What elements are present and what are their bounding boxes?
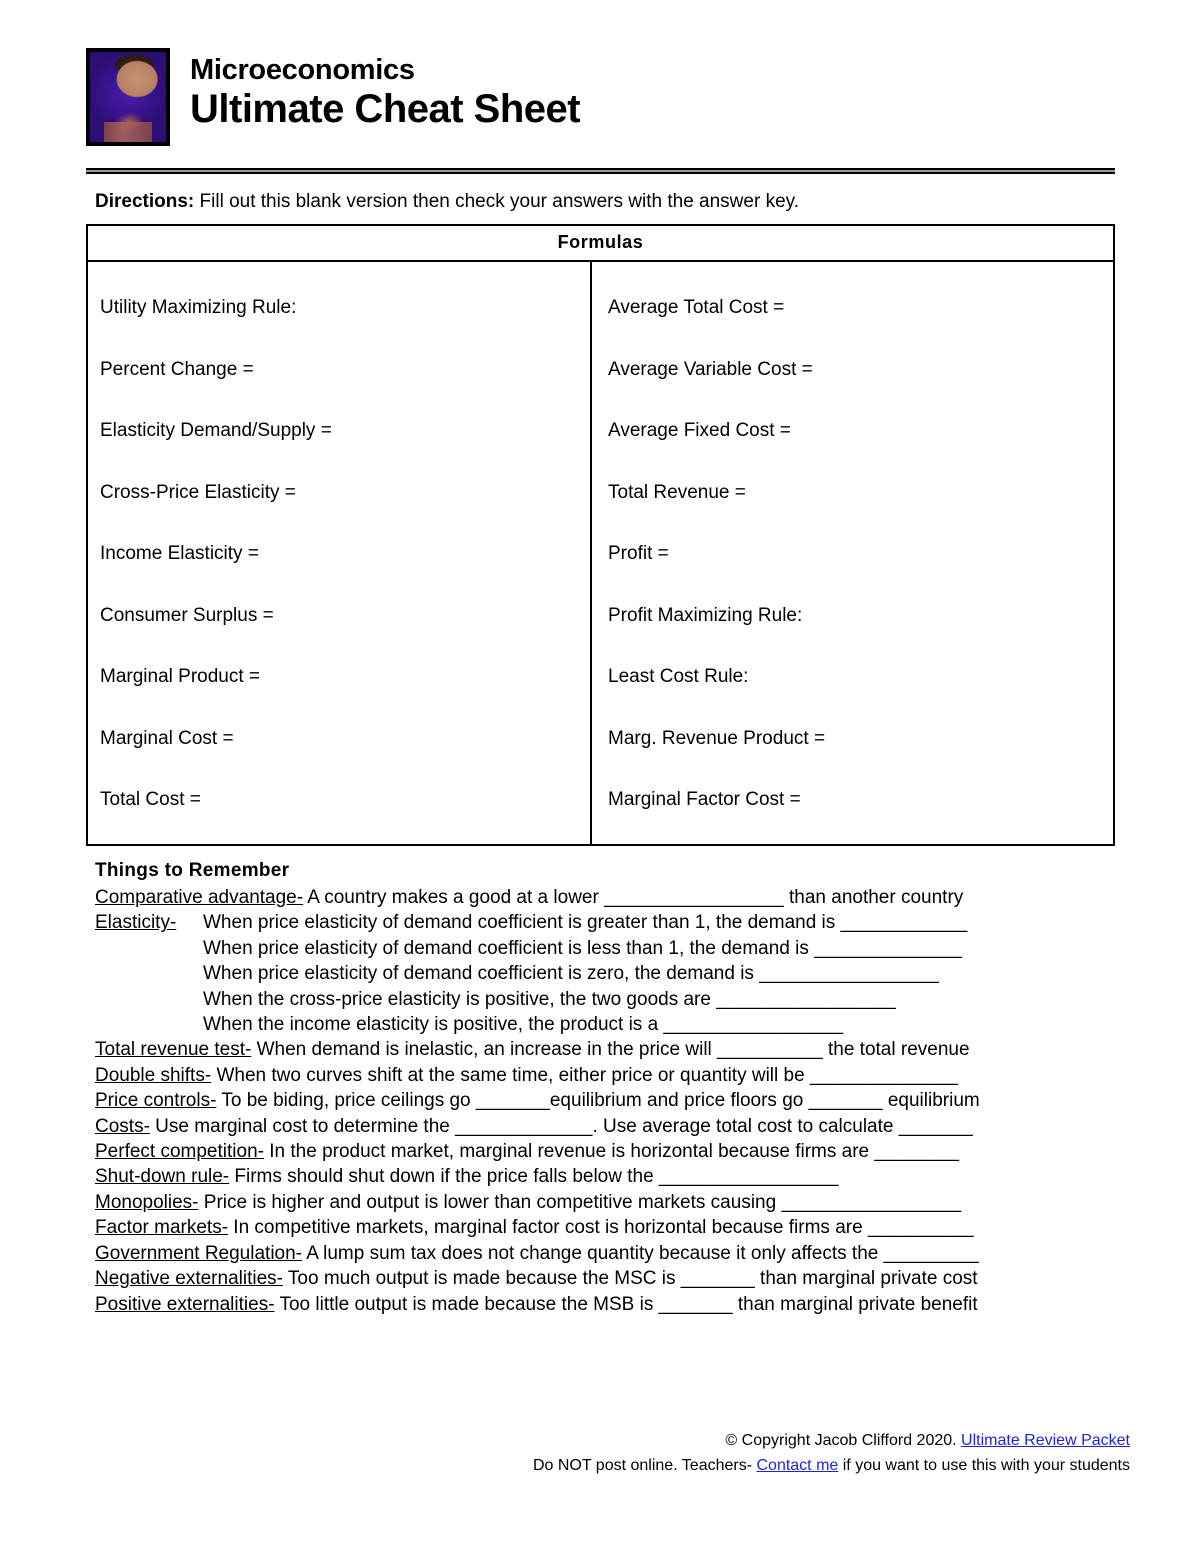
- page-subtitle: Microeconomics: [190, 54, 415, 86]
- ttr-term: Monopolies-: [95, 1191, 199, 1213]
- formula-item: Marg. Revenue Product =: [608, 727, 826, 749]
- ttr-text: Price is higher and output is lower than…: [198, 1191, 962, 1213]
- ttr-item-shut-down-rule: Shut-down rule- Firms should shut down i…: [95, 1164, 1120, 1189]
- ttr-text: A country makes a good at a lower ______…: [303, 887, 964, 908]
- ttr-item-factor-markets: Factor markets- In competitive markets, …: [95, 1215, 1120, 1240]
- formulas-table: Formulas Utility Maximizing Rule: Percen…: [86, 224, 1115, 846]
- ttr-term: Comparative advantage-: [95, 887, 304, 908]
- avatar: [86, 48, 170, 146]
- ttr-term-wrap: Elasticity-: [95, 910, 203, 935]
- formula-item: Average Fixed Cost =: [608, 420, 791, 441]
- ttr-item-government-regulation: Government Regulation- A lump sum tax do…: [95, 1241, 1120, 1266]
- formula-item: Total Revenue =: [608, 481, 746, 503]
- ttr-item-comparative-advantage: Comparative advantage- A country makes a…: [95, 885, 1120, 910]
- ttr-term: Positive externalities-: [95, 1293, 275, 1315]
- formula-item: Percent Change =: [100, 358, 254, 380]
- document-header: Microeconomics Ultimate Cheat Sheet: [86, 48, 581, 146]
- formula-item: Utility Maximizing Rule:: [100, 297, 297, 318]
- formulas-table-header: Formulas: [88, 226, 1113, 262]
- ttr-term: Total revenue test-: [95, 1039, 252, 1061]
- page-title: Ultimate Cheat Sheet: [190, 87, 581, 131]
- ttr-term: Double shifts-: [95, 1064, 212, 1086]
- ttr-text: When demand is inelastic, an increase in…: [251, 1039, 970, 1061]
- document-footer: © Copyright Jacob Clifford 2020. Ultimat…: [0, 1428, 1130, 1478]
- ttr-text: A lump sum tax does not change quantity …: [302, 1242, 979, 1264]
- ttr-text: In the product market, marginal revenue …: [263, 1141, 959, 1163]
- ttr-item-perfect-competition: Perfect competition- In the product mark…: [95, 1139, 1120, 1164]
- ttr-term: Costs-: [95, 1115, 150, 1137]
- header-divider: [86, 168, 1115, 174]
- formula-item: Marginal Product =: [100, 666, 260, 687]
- contact-me-link[interactable]: Contact me: [756, 1457, 838, 1474]
- ttr-text: Use marginal cost to determine the _____…: [149, 1115, 973, 1137]
- copyright-text: © Copyright Jacob Clifford 2020.: [725, 1432, 962, 1449]
- ttr-term: Government Regulation-: [95, 1242, 302, 1264]
- directions-label: Directions:: [95, 191, 195, 212]
- formula-item: Elasticity Demand/Supply =: [100, 420, 332, 441]
- ttr-item-price-controls: Price controls- To be biding, price ceil…: [95, 1088, 1120, 1113]
- formula-item: Consumer Surplus =: [100, 604, 274, 626]
- things-to-remember-section: Things to Remember Comparative advantage…: [95, 860, 1120, 1317]
- formula-item: Total Cost =: [100, 789, 201, 810]
- ttr-term: Perfect competition-: [95, 1141, 264, 1163]
- footer-notice-line: Do NOT post online. Teachers- Contact me…: [0, 1453, 1130, 1478]
- ttr-item-negative-externalities: Negative externalities- Too much output …: [95, 1266, 1120, 1291]
- ttr-item-costs: Costs- Use marginal cost to determine th…: [95, 1114, 1120, 1139]
- ttr-term: Price controls-: [95, 1090, 217, 1112]
- formula-item: Marginal Cost =: [100, 727, 234, 749]
- formula-item: Average Variable Cost =: [608, 358, 813, 380]
- ttr-text: Too much output is made because the MSC …: [282, 1268, 978, 1290]
- ttr-item-positive-externalities: Positive externalities- Too little outpu…: [95, 1292, 1120, 1317]
- ttr-subline-elasticity: When price elasticity of demand coeffici…: [203, 937, 963, 959]
- formulas-column-right: Average Total Cost = Average Variable Co…: [592, 262, 1113, 844]
- formula-item: Cross-Price Elasticity =: [100, 481, 296, 503]
- ttr-text: In competitive markets, marginal factor …: [228, 1217, 974, 1239]
- ttr-term: Factor markets-: [95, 1217, 229, 1239]
- footer-notice-text: Do NOT post online. Teachers-: [532, 1457, 757, 1474]
- ttr-text: Firms should shut down if the price fall…: [229, 1166, 839, 1188]
- ttr-text: Too little output is made because the MS…: [274, 1293, 978, 1315]
- ttr-item-double-shifts: Double shifts- When two curves shift at …: [95, 1063, 1120, 1088]
- ttr-term: Negative externalities-: [95, 1268, 283, 1290]
- directions-line: Directions: Fill out this blank version …: [95, 190, 799, 214]
- ttr-subline-elasticity: When price elasticity of demand coeffici…: [203, 963, 939, 985]
- ttr-subline-elasticity: When the cross-price elasticity is posit…: [203, 988, 896, 1010]
- formula-item: Income Elasticity =: [100, 543, 259, 564]
- ttr-term: Elasticity-: [95, 912, 177, 934]
- ttr-item-elasticity: Elasticity- When price elasticity of dema…: [95, 910, 1120, 935]
- things-to-remember-heading: Things to Remember: [95, 860, 290, 881]
- ttr-text: When two curves shift at the same time, …: [211, 1064, 958, 1086]
- formula-item: Least Cost Rule:: [608, 666, 749, 687]
- ttr-item-monopolies: Monopolies- Price is higher and output i…: [95, 1190, 1120, 1215]
- directions-text: Fill out this blank version then check y…: [194, 191, 800, 212]
- formula-item: Profit =: [608, 543, 669, 564]
- ttr-subline-elasticity: When the income elasticity is positive, …: [203, 1014, 844, 1036]
- formulas-column-left: Utility Maximizing Rule: Percent Change …: [88, 262, 592, 844]
- ttr-item-total-revenue-test: Total revenue test- When demand is inela…: [95, 1037, 1120, 1062]
- ttr-text: To be biding, price ceilings go _______e…: [216, 1090, 980, 1112]
- title-block: Microeconomics Ultimate Cheat Sheet: [190, 54, 581, 132]
- formula-item: Marginal Factor Cost =: [608, 789, 801, 810]
- footer-copyright-line: © Copyright Jacob Clifford 2020. Ultimat…: [0, 1428, 1130, 1453]
- formula-item: Profit Maximizing Rule:: [608, 604, 803, 626]
- formula-item: Average Total Cost =: [608, 297, 785, 318]
- formulas-table-body: Utility Maximizing Rule: Percent Change …: [88, 262, 1113, 844]
- ttr-term: Shut-down rule-: [95, 1166, 230, 1188]
- ttr-text: When price elasticity of demand coeffici…: [203, 912, 968, 934]
- cheat-sheet-page: Microeconomics Ultimate Cheat Sheet Dire…: [0, 0, 1200, 1553]
- ultimate-review-packet-link[interactable]: Ultimate Review Packet: [961, 1432, 1130, 1449]
- footer-notice-text-after: if you want to use this with your studen…: [838, 1457, 1130, 1474]
